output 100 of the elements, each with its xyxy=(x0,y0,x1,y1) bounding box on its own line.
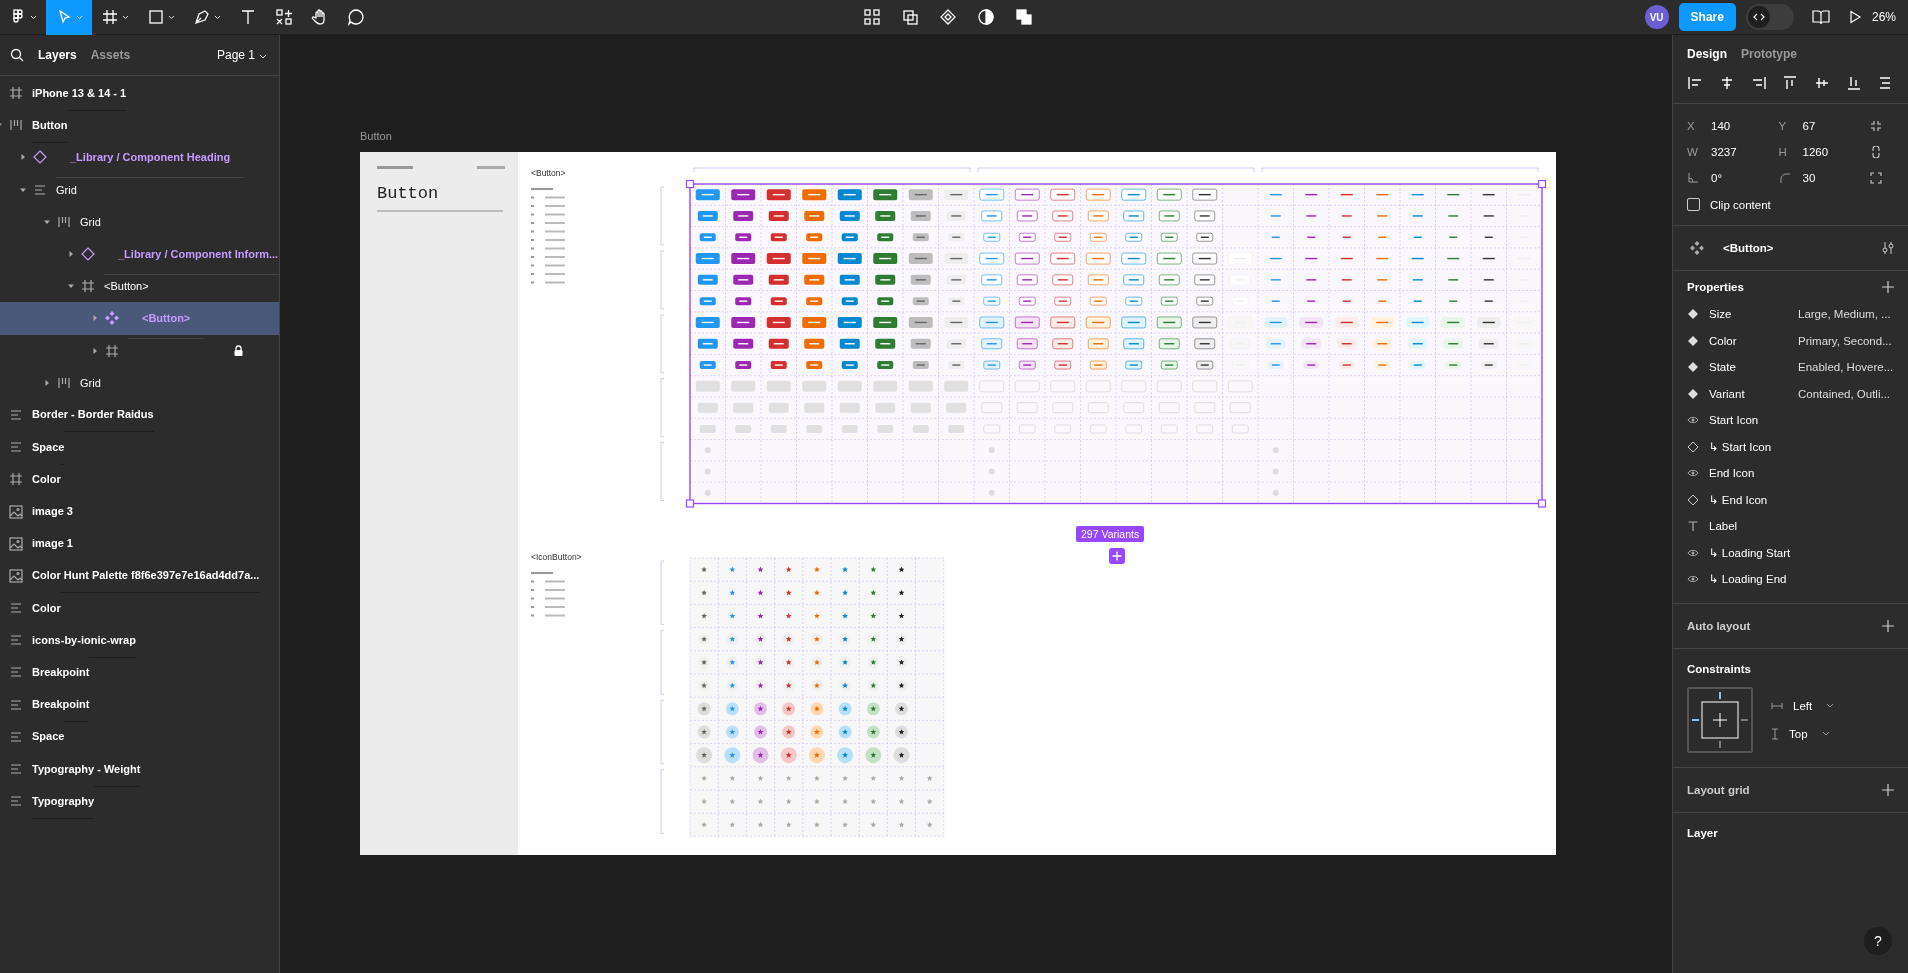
add-icon[interactable] xyxy=(1882,281,1894,293)
shape-tool-icon xyxy=(147,8,165,26)
layer-row[interactable]: iPhone 13 & 14 - 1 xyxy=(0,77,279,110)
property-field[interactable]: Y 67 xyxy=(1778,120,1870,132)
toolbar-tool[interactable] xyxy=(863,8,881,26)
component-property[interactable]: Color Primary, Second... xyxy=(1687,327,1894,354)
component-property[interactable]: ↳ Loading Start xyxy=(1687,539,1894,566)
component-tool-icon xyxy=(939,8,957,26)
component-property[interactable]: ↳ End Icon xyxy=(1687,486,1894,513)
variant-property-icon xyxy=(1687,387,1699,400)
vertical-constraint-icon xyxy=(1771,727,1779,740)
component-property[interactable]: State Enabled, Hovere... xyxy=(1687,354,1894,381)
component-property[interactable]: ↳ Start Icon xyxy=(1687,433,1894,460)
align-icon[interactable] xyxy=(1750,75,1767,91)
panel-tab[interactable]: Assets xyxy=(90,48,131,62)
layer-name: _Library / Component Heading xyxy=(56,136,245,178)
lock-icon[interactable] xyxy=(234,345,243,357)
layer-row[interactable]: Grid xyxy=(0,366,279,399)
layer-row[interactable]: Typography xyxy=(0,785,279,818)
horizontal-constraint-select[interactable]: Left xyxy=(1771,699,1835,712)
image-layer-icon xyxy=(8,567,24,584)
property-field[interactable]: 0° xyxy=(1687,172,1779,184)
image-layer-icon xyxy=(8,535,24,552)
align-icon[interactable] xyxy=(1687,75,1703,91)
layer-row[interactable]: Space xyxy=(0,431,279,464)
layer-row[interactable]: Color Hunt Palette f8f6e397e7e16ad4dd7a... xyxy=(0,559,279,592)
layer-name: Grid xyxy=(80,376,101,389)
frame-layer-icon xyxy=(80,278,96,295)
layer-name: Breakpoint xyxy=(32,687,90,723)
caret-icon xyxy=(122,14,129,20)
layer-row[interactable]: Typography - Weight xyxy=(0,752,279,786)
section-title: <IconButton> xyxy=(531,552,582,562)
toolbar-tool[interactable] xyxy=(977,8,995,26)
variant-property-icon xyxy=(1687,308,1699,321)
component-property[interactable]: ↳ Loading End xyxy=(1687,566,1894,593)
component-property[interactable]: End Icon xyxy=(1687,460,1894,487)
book-icon[interactable] xyxy=(1811,9,1830,25)
variants-badge: 297 Variants xyxy=(1076,526,1145,542)
help-button[interactable]: ? xyxy=(1864,927,1892,955)
chevron-down-icon xyxy=(1826,703,1835,708)
constraints-widget[interactable] xyxy=(1687,686,1753,753)
boolean-tool-icon xyxy=(1015,8,1033,26)
frame-tool-icon xyxy=(101,8,119,26)
play-icon[interactable] xyxy=(1847,10,1862,24)
pen-tool-icon xyxy=(193,8,211,26)
layer-row[interactable]: Breakpoint xyxy=(0,688,279,721)
layer-name: Color Hunt Palette f8f6e397e7e16ad4dd7a... xyxy=(32,558,260,594)
panel-tab[interactable]: Prototype xyxy=(1741,47,1798,61)
vertical-constraint-select[interactable]: Top xyxy=(1771,727,1835,740)
component-property[interactable]: Label xyxy=(1687,513,1894,540)
panel-tab[interactable]: Design xyxy=(1687,47,1727,61)
checkbox-label: Clip content xyxy=(1710,198,1771,211)
section-title: <Button> xyxy=(531,168,566,178)
user-avatar[interactable]: VU xyxy=(1644,5,1669,29)
toolbar-tool[interactable] xyxy=(901,8,919,26)
property-field[interactable]: X 140 xyxy=(1687,120,1779,132)
property-field[interactable]: 30 xyxy=(1778,172,1870,184)
frame-label[interactable]: Button xyxy=(360,130,392,142)
dev-mode-toggle[interactable] xyxy=(1745,4,1794,30)
comment-tool-icon xyxy=(347,8,365,26)
page-selector[interactable]: Page 1 xyxy=(216,48,267,62)
frame-layer-icon xyxy=(8,471,24,488)
instance-layer-icon xyxy=(32,149,48,166)
layer-row[interactable]: icons-by-ionic-wrap xyxy=(0,624,279,657)
constrain-proportions-icon[interactable] xyxy=(1870,146,1882,158)
sliders-icon[interactable] xyxy=(1882,241,1894,255)
align-icon[interactable] xyxy=(1846,75,1863,91)
corner-radius-icon xyxy=(1778,172,1791,184)
checkbox[interactable] xyxy=(1687,198,1700,211)
toolbar-tool[interactable] xyxy=(1015,8,1033,26)
code-icon xyxy=(1752,12,1765,22)
resize-icon[interactable] xyxy=(1870,172,1882,184)
image-layer-icon xyxy=(8,503,24,520)
property-field[interactable]: W 3237 xyxy=(1687,146,1779,158)
crop-tool-icon xyxy=(901,8,919,26)
collapse-icon[interactable] xyxy=(1870,120,1882,132)
component-property[interactable]: Size Large, Medium, ... xyxy=(1687,301,1894,328)
component-property[interactable]: Start Icon xyxy=(1687,407,1894,434)
caret-icon xyxy=(168,14,175,20)
add-variant-icon[interactable] xyxy=(1109,548,1125,564)
toolbar-tool[interactable] xyxy=(939,8,957,26)
zoom-level[interactable]: 26% xyxy=(1871,10,1896,24)
field-label: H xyxy=(1778,146,1788,158)
layer-name: Grid xyxy=(56,183,77,196)
instance-layer-icon xyxy=(80,246,96,263)
add-icon[interactable] xyxy=(1882,783,1894,796)
align-icon[interactable] xyxy=(1814,75,1831,91)
layer-name: icons-by-ionic-wrap xyxy=(32,622,136,658)
align-icon[interactable] xyxy=(1782,75,1799,91)
panel-tab[interactable]: Layers xyxy=(38,48,77,62)
property-field[interactable]: H 1260 xyxy=(1778,146,1870,158)
layer-row[interactable]: Space xyxy=(0,720,279,753)
add-icon[interactable] xyxy=(1882,619,1894,632)
component-set-layer-icon xyxy=(1689,240,1705,256)
layer-name: Typography - Weight xyxy=(32,751,141,787)
diamond-outline-icon xyxy=(1687,493,1699,506)
search-icon[interactable] xyxy=(10,48,24,62)
resources-tool-icon xyxy=(275,8,293,26)
component-property[interactable]: Variant Contained, Outli... xyxy=(1687,380,1894,407)
layer-row[interactable]: Border - Border Raidus xyxy=(0,398,279,432)
